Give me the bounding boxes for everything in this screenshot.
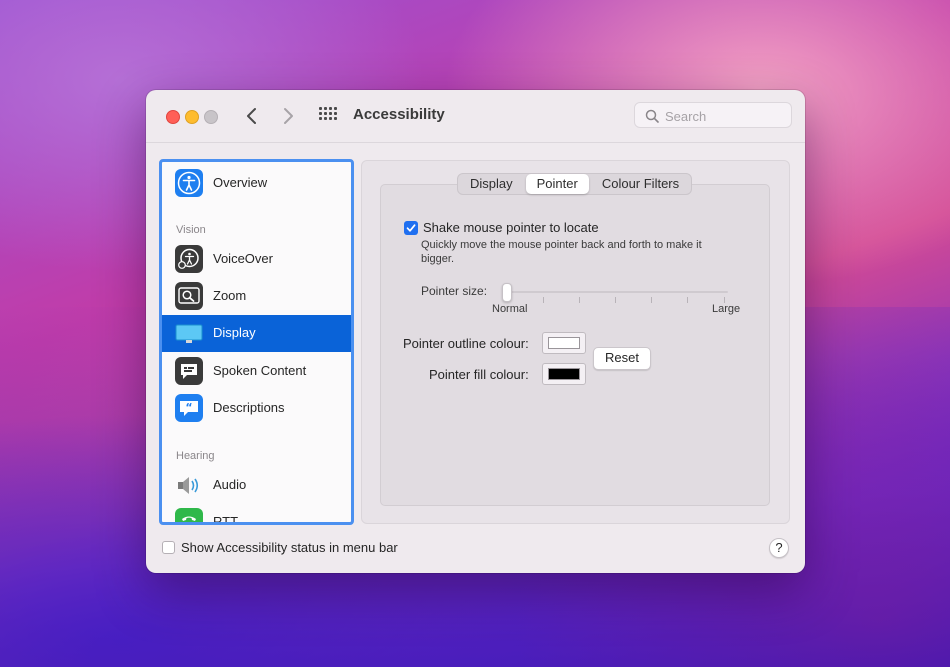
chevron-left-icon (247, 108, 256, 124)
sidebar-item-label: Overview (213, 175, 268, 190)
back-button[interactable] (241, 104, 263, 128)
speaker-icon (175, 471, 203, 499)
pointer-size-slider[interactable] (504, 291, 728, 293)
window-title: Accessibility (353, 106, 445, 123)
quote-bubble-icon: “ (175, 394, 203, 422)
tab-colour-filters[interactable]: Colour Filters (590, 174, 691, 194)
tab-pointer[interactable]: Pointer (525, 174, 589, 194)
tab-bar: Display Pointer Colour Filters (457, 173, 693, 195)
sidebar-item-label: Zoom (213, 288, 247, 303)
phone-icon (175, 508, 203, 522)
chevron-right-icon (284, 108, 293, 124)
shake-to-locate-label[interactable]: Shake mouse pointer to locate (423, 220, 599, 235)
sidebar-item-voiceover[interactable]: VoiceOver (162, 241, 351, 278)
title-divider (146, 142, 805, 143)
help-button[interactable]: ? (769, 538, 789, 558)
sidebar-item-overview[interactable]: Overview (162, 165, 351, 202)
minimize-window-button[interactable] (185, 110, 199, 124)
shake-to-locate-description: Quickly move the mouse pointer back and … (421, 239, 702, 265)
slider-tick (687, 297, 688, 303)
shake-to-locate-checkbox[interactable] (404, 221, 418, 235)
svg-text:“: “ (185, 401, 192, 414)
accessibility-icon (175, 169, 203, 197)
zoom-icon (175, 282, 203, 310)
close-window-button[interactable] (166, 110, 180, 124)
pointer-fill-colour-well[interactable] (542, 363, 586, 385)
slider-tick (579, 297, 580, 303)
sidebar-item-label: Audio (213, 477, 247, 492)
forward-button[interactable] (277, 104, 299, 128)
speech-bubble-icon (175, 357, 203, 385)
sidebar-item-label: Display (213, 325, 256, 340)
voiceover-icon (175, 245, 203, 273)
show-status-in-menu-bar-checkbox[interactable] (162, 541, 175, 554)
pointer-outline-colour-well[interactable] (542, 332, 586, 354)
search-input[interactable] (665, 107, 785, 125)
show-all-grid-button[interactable] (319, 107, 339, 125)
sidebar-item-label: Descriptions (213, 400, 285, 415)
slider-tick (651, 297, 652, 303)
sidebar-item-display[interactable]: Display (162, 315, 351, 352)
sidebar-item-audio[interactable]: Audio (162, 467, 351, 504)
pointer-size-label: Pointer size: (421, 284, 488, 298)
sidebar-item-label: VoiceOver (213, 251, 273, 266)
outline-colour-swatch (548, 337, 580, 349)
search-icon (645, 109, 659, 123)
reset-colours-button[interactable]: Reset (593, 347, 651, 370)
sidebar-item-spoken-content[interactable]: Spoken Content (162, 353, 351, 390)
pointer-fill-colour-label: Pointer fill colour: (429, 367, 529, 382)
pointer-size-slider-thumb[interactable] (502, 283, 512, 302)
slider-tick (615, 297, 616, 303)
section-header-vision: Vision (176, 224, 206, 236)
section-header-hearing: Hearing (176, 450, 215, 462)
title-bar: Accessibility (146, 90, 805, 142)
slider-tick (543, 297, 544, 303)
sidebar-item-zoom[interactable]: Zoom (162, 278, 351, 315)
sidebar-item-rtt[interactable]: RTT (162, 504, 351, 525)
pointer-size-max-label: Large (712, 303, 741, 315)
tab-display[interactable]: Display (458, 174, 525, 194)
sidebar-item-label: RTT (213, 514, 239, 525)
checkmark-icon (406, 224, 416, 232)
show-status-in-menu-bar-label[interactable]: Show Accessibility status in menu bar (181, 540, 398, 555)
sidebar-item-label: Spoken Content (213, 363, 307, 378)
display-icon (175, 319, 203, 347)
fill-colour-swatch (548, 368, 580, 380)
sidebar-item-descriptions[interactable]: “ Descriptions (162, 390, 351, 427)
pointer-outline-colour-label: Pointer outline colour: (403, 336, 529, 351)
sidebar-list[interactable]: Overview Vision VoiceOver Zoom Display S… (159, 159, 354, 525)
zoom-window-button[interactable] (204, 110, 218, 124)
accessibility-window: Accessibility Overview Vision (146, 90, 805, 573)
pointer-size-min-label: Normal (492, 303, 528, 315)
search-field[interactable] (634, 102, 792, 128)
